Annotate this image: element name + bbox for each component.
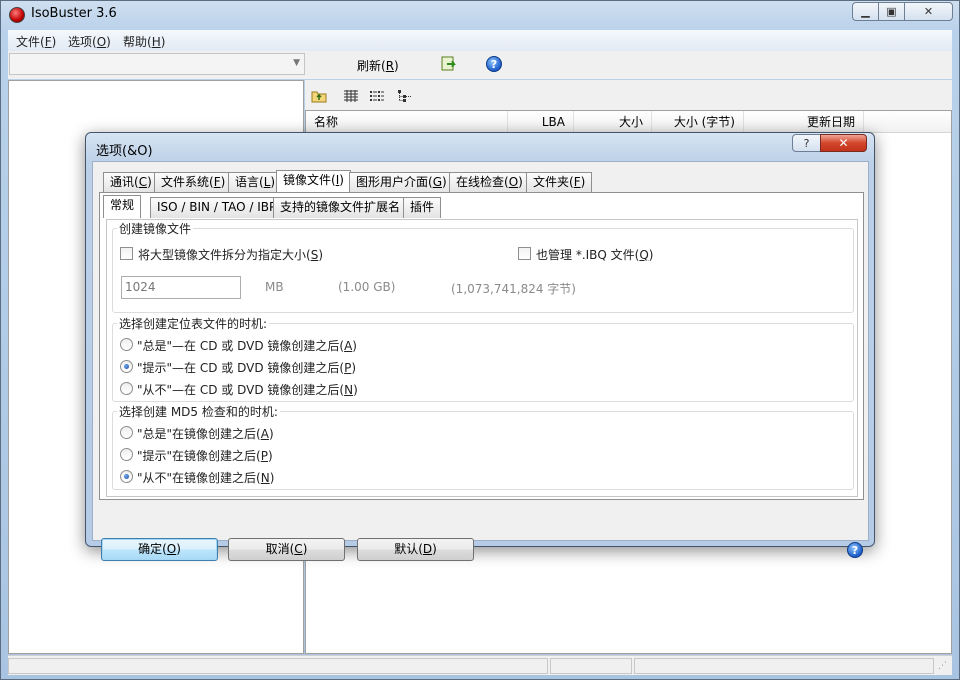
cue-never-radio[interactable] <box>120 382 133 395</box>
close-button[interactable]: ✕ <box>904 2 953 21</box>
split-size-input[interactable]: 1024 <box>121 276 241 299</box>
cue-never-label[interactable]: "从不"—在 CD 或 DVD 镜像创建之后(N) <box>137 381 358 398</box>
general-subtab-panel: 创建镜像文件 将大型镜像文件拆分为指定大小(S) 也管理 *.IBQ 文件(Q)… <box>106 219 858 497</box>
tree-view-icon[interactable] <box>397 89 413 103</box>
up-folder-icon[interactable] <box>311 89 327 103</box>
dialog-close-button[interactable]: ✕ <box>820 134 867 152</box>
minimize-button[interactable]: ▁ <box>852 2 879 21</box>
subtab-iso-bin-tao-ibp[interactable]: ISO / BIN / TAO / IBP <box>150 197 284 218</box>
dialog-title: 选项(&O) <box>96 144 153 159</box>
unit-label: MB <box>265 280 284 294</box>
status-segment <box>550 658 632 674</box>
options-dialog: 选项(&O) ? ✕ 通讯(C) 文件系统(F) 语言(L) 镜像文件(I) 图… <box>85 132 875 561</box>
md5-always-radio[interactable] <box>120 426 133 439</box>
help-icon[interactable]: ? <box>486 56 502 72</box>
split-image-label[interactable]: 将大型镜像文件拆分为指定大小(S) <box>138 246 323 263</box>
group-title: 选择创建 MD5 检查和的时机: <box>117 403 280 420</box>
cue-sheet-group: 选择创建定位表文件的时机: "总是"—在 CD 或 DVD 镜像创建之后(A) … <box>112 315 854 402</box>
md5-prompt-radio[interactable] <box>120 448 133 461</box>
default-button[interactable]: 默认(D) <box>357 538 474 561</box>
cue-prompt-radio[interactable] <box>120 360 133 373</box>
restore-icon: ▣ <box>886 5 897 18</box>
subtab-plugins[interactable]: 插件 <box>403 197 442 218</box>
group-title: 创建镜像文件 <box>117 220 194 237</box>
split-image-checkbox[interactable] <box>120 247 133 260</box>
subtab-extensions[interactable]: 支持的镜像文件扩展名 <box>273 197 408 218</box>
details-view-icon[interactable] <box>343 89 359 103</box>
toolbar: ▼ 刷新(R) ? <box>8 51 952 79</box>
window-title: IsoBuster 3.6 <box>31 6 117 21</box>
status-segment <box>8 658 548 674</box>
md5-prompt-label[interactable]: "提示"在镜像创建之后(P) <box>137 447 273 464</box>
image-file-tab-panel: 常规 ISO / BIN / TAO / IBP 支持的镜像文件扩展名 插件 创… <box>99 192 864 500</box>
menu-help[interactable]: 帮助(H) <box>123 33 165 50</box>
col-name[interactable]: 名称 <box>306 111 508 133</box>
list-header: 名称 LBA 大小 大小 (字节) 更新日期 <box>306 111 951 133</box>
tab-language[interactable]: 语言(L) <box>228 172 283 193</box>
cancel-button[interactable]: 取消(C) <box>228 538 345 561</box>
isobuster-app-icon <box>9 7 25 23</box>
minimize-icon: ▁ <box>861 5 870 18</box>
cue-always-label[interactable]: "总是"—在 CD 或 DVD 镜像创建之后(A) <box>137 337 357 354</box>
md5-always-label[interactable]: "总是"在镜像创建之后(A) <box>137 425 274 442</box>
col-size-bytes[interactable]: 大小 (字节) <box>652 111 744 133</box>
tab-folders[interactable]: 文件夹(F) <box>526 172 593 193</box>
resize-grip-icon[interactable]: ⋰ <box>938 661 947 671</box>
menu-bar: 文件(F) 选项(O) 帮助(H) <box>8 30 952 51</box>
md5-never-label[interactable]: "从不"在镜像创建之后(N) <box>137 469 274 486</box>
md5-never-radio[interactable] <box>120 470 133 483</box>
col-size[interactable]: 大小 <box>574 111 652 133</box>
cue-prompt-label[interactable]: "提示"—在 CD 或 DVD 镜像创建之后(P) <box>137 359 356 376</box>
help-icon[interactable]: ? <box>847 542 863 558</box>
tab-file-system[interactable]: 文件系统(F) <box>154 172 233 193</box>
refresh-button[interactable]: 刷新(R) <box>357 57 399 74</box>
tab-communication[interactable]: 通讯(C) <box>103 172 159 193</box>
group-title: 选择创建定位表文件的时机: <box>117 315 270 332</box>
size-gb-label: (1.00 GB) <box>338 280 396 294</box>
question-icon: ? <box>803 136 810 150</box>
close-icon: ✕ <box>923 5 934 18</box>
status-bar: ⋰ <box>8 655 952 675</box>
create-image-group: 创建镜像文件 将大型镜像文件拆分为指定大小(S) 也管理 *.IBQ 文件(Q)… <box>112 220 854 313</box>
status-segment <box>634 658 934 674</box>
file-list-toolbar <box>305 80 952 110</box>
extract-icon[interactable] <box>441 55 458 72</box>
menu-file[interactable]: 文件(F) <box>16 33 56 50</box>
subtab-general[interactable]: 常规 <box>103 195 142 218</box>
col-modified-date[interactable]: 更新日期 <box>744 111 864 133</box>
dialog-help-button[interactable]: ? <box>792 134 821 152</box>
tab-online-check[interactable]: 在线检查(O) <box>449 172 530 193</box>
list-view-icon[interactable] <box>369 89 385 103</box>
tab-gui[interactable]: 图形用户介面(G) <box>349 172 454 193</box>
manage-ibq-label[interactable]: 也管理 *.IBQ 文件(Q) <box>536 246 653 263</box>
title-bar[interactable]: IsoBuster 3.6 ▁ ▣ ✕ <box>1 1 959 29</box>
cue-always-radio[interactable] <box>120 338 133 351</box>
chevron-down-icon[interactable]: ▼ <box>293 58 300 68</box>
tab-image-file[interactable]: 镜像文件(I) <box>276 170 351 193</box>
dialog-body: 通讯(C) 文件系统(F) 语言(L) 镜像文件(I) 图形用户介面(G) 在线… <box>92 161 869 561</box>
close-icon: ✕ <box>838 136 849 150</box>
maximize-button[interactable]: ▣ <box>878 2 905 21</box>
col-lba[interactable]: LBA <box>508 111 574 133</box>
device-combobox[interactable]: ▼ <box>9 53 305 75</box>
menu-options[interactable]: 选项(O) <box>68 33 111 50</box>
md5-group: 选择创建 MD5 检查和的时机: "总是"在镜像创建之后(A) "提示"在镜像创… <box>112 403 854 490</box>
ok-button[interactable]: 确定(O) <box>101 538 218 561</box>
size-bytes-label: (1,073,741,824 字节) <box>451 282 576 296</box>
manage-ibq-checkbox[interactable] <box>518 247 531 260</box>
